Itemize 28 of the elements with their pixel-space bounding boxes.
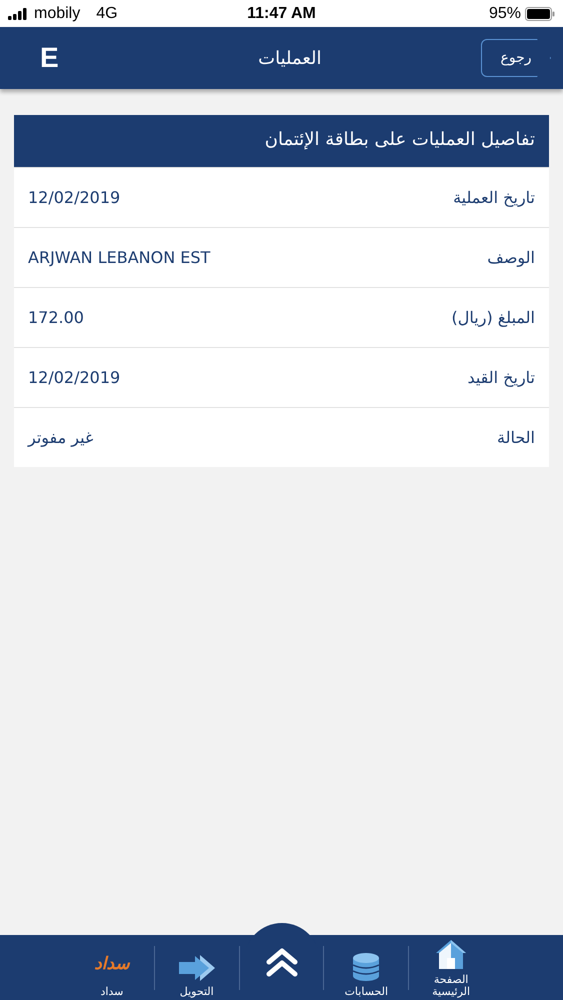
field-value: غير مفوتر (28, 428, 94, 447)
sadad-logo: سداد (94, 954, 130, 974)
field-label: تاريخ القيد (467, 368, 535, 387)
field-value: 12/02/2019 (28, 368, 120, 387)
field-value: ARJWAN LEBANON EST (28, 248, 210, 267)
field-value: 172.00 (28, 308, 84, 327)
app-logo: E (40, 42, 59, 74)
carrier-name: mobily (34, 4, 80, 22)
field-label: الوصف (487, 248, 535, 267)
nav-item[interactable]: سداد سداد (70, 938, 154, 998)
battery-icon (525, 6, 555, 20)
field-value: 12/02/2019 (28, 188, 120, 207)
nav-item[interactable]: الحسابات (324, 938, 408, 998)
nav-item[interactable]: الصفحة الرئيسية (409, 938, 493, 998)
network-type: 4G (96, 4, 118, 22)
field-label: الحالة (497, 428, 535, 447)
back-button[interactable]: رجوع (481, 39, 551, 77)
field-label: تاريخ العملية (453, 188, 535, 207)
house-icon (434, 938, 468, 970)
double-chevron-icon (266, 946, 298, 976)
battery-percent: 95% (488, 4, 521, 22)
status-time: 11:47 AM (247, 4, 316, 22)
card-title: تفاصيل العمليات على بطاقة الإئتمان (14, 115, 549, 167)
database-icon (352, 952, 380, 982)
arrow-icon (178, 954, 216, 982)
nav-item[interactable]: التحويل (154, 938, 239, 998)
field-label: المبلغ (ريال) (452, 308, 535, 327)
page-title: العمليات (258, 48, 322, 68)
